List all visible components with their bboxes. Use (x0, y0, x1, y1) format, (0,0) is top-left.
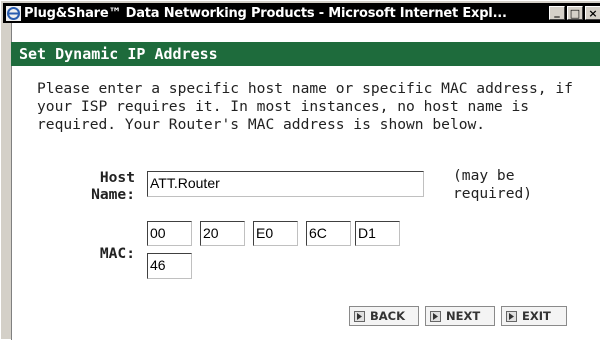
host-note-line2: required) (453, 185, 533, 202)
arrow-right-icon (354, 310, 365, 322)
back-button-label: BACK (370, 309, 406, 323)
close-icon: × (588, 6, 598, 20)
mac-field-5[interactable]: D1 (355, 221, 400, 246)
maximize-button[interactable]: □ (567, 6, 583, 20)
page-title: Set Dynamic IP Address (19, 45, 218, 63)
title-bar[interactable]: Plug&Share™ Data Networking Products - M… (3, 3, 600, 23)
mac-field-1[interactable]: 00 (147, 221, 192, 246)
exit-button[interactable]: EXIT (501, 306, 567, 326)
section-header: Set Dynamic IP Address (11, 42, 600, 66)
window-title: Plug&Share™ Data Networking Products - M… (24, 5, 507, 21)
host-name-label: Host Name: (73, 169, 135, 203)
next-button[interactable]: NEXT (425, 306, 495, 326)
mac-field-3[interactable]: E0 (253, 221, 298, 246)
arrow-right-icon (430, 310, 441, 322)
mac-field-6[interactable]: 46 (147, 253, 192, 279)
maximize-icon: □ (569, 6, 581, 20)
exit-button-label: EXIT (522, 309, 551, 323)
back-button[interactable]: BACK (349, 306, 419, 326)
mac-field-4[interactable]: 6C (306, 221, 351, 246)
host-note-line1: (may be (453, 167, 515, 184)
intro-text: Please enter a specific host name or spe… (37, 80, 573, 133)
mac-field-2[interactable]: 20 (200, 221, 245, 246)
host-name-note: (may be required) (453, 167, 532, 203)
close-button[interactable]: × (585, 6, 600, 20)
minimize-button[interactable]: _ (549, 6, 565, 20)
browser-window: Plug&Share™ Data Networking Products - M… (0, 0, 600, 340)
next-button-label: NEXT (446, 309, 481, 323)
minimize-icon: _ (554, 4, 560, 18)
host-label-line1: Host (99, 169, 135, 186)
host-name-input[interactable]: ATT.Router (147, 171, 424, 197)
internet-explorer-icon (5, 5, 21, 21)
host-label-line2: Name: (91, 186, 135, 203)
arrow-right-icon (506, 310, 517, 322)
mac-label: MAC: (99, 245, 135, 262)
